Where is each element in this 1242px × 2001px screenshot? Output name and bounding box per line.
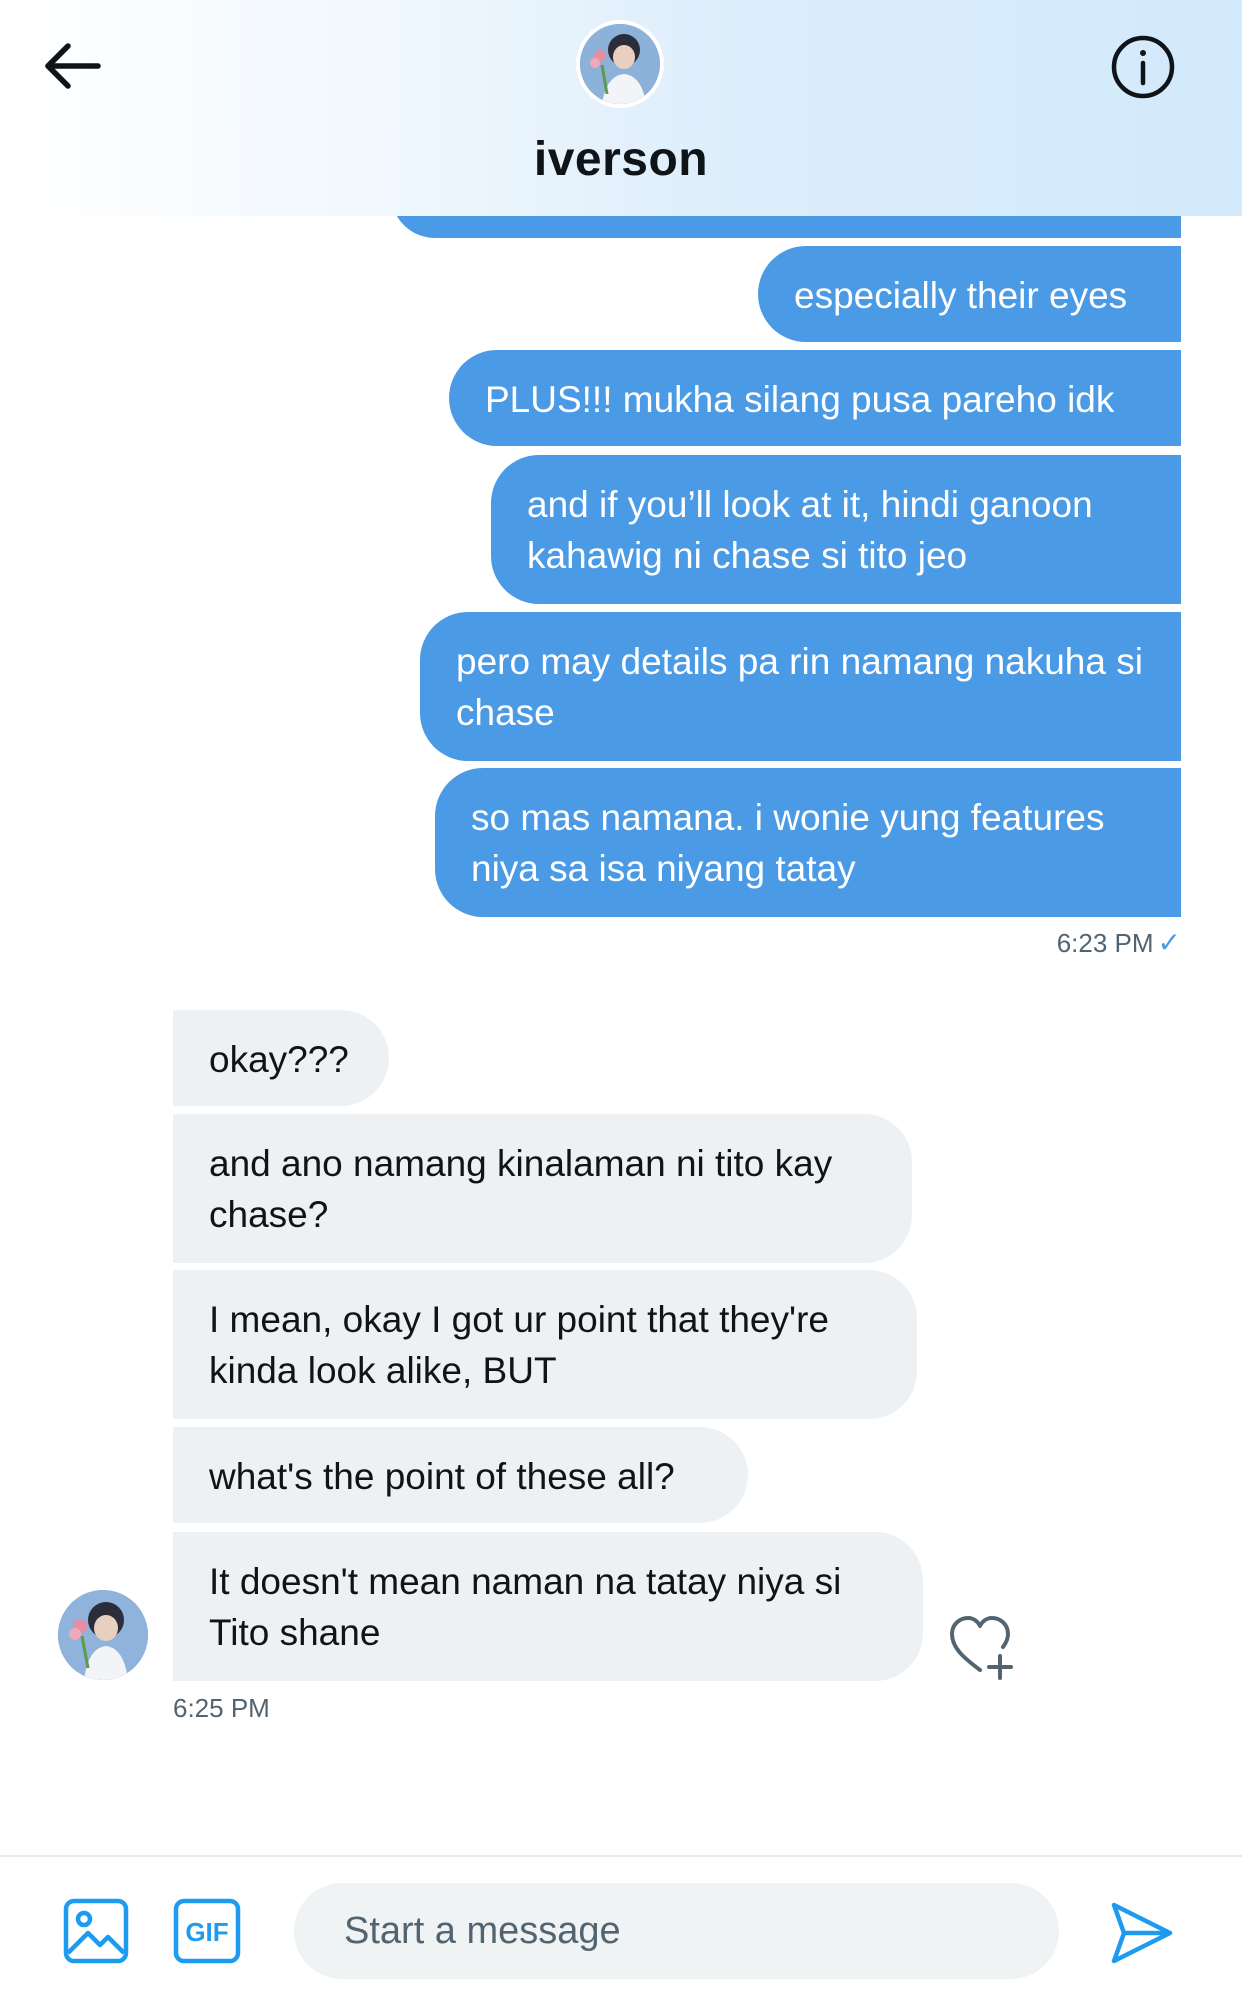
media-button[interactable] <box>62 1897 130 1965</box>
gif-label: GIF <box>185 1917 228 1947</box>
outgoing-message[interactable]: PLUS!!! mukha silang pusa pareho idk <box>449 350 1181 446</box>
outgoing-message[interactable]: pero may details pa rin namang nakuha si… <box>420 612 1181 761</box>
outgoing-message[interactable]: especially their eyes <box>758 246 1181 342</box>
sent-check-icon: ✓ <box>1157 927 1181 958</box>
incoming-message[interactable]: It doesn't mean naman na tatay niya si T… <box>173 1532 923 1681</box>
contact-name[interactable]: iverson <box>0 132 1242 187</box>
message-input[interactable] <box>294 1883 1059 1979</box>
timestamp-text: 6:23 PM <box>1056 928 1154 958</box>
send-button[interactable] <box>1108 1899 1176 1967</box>
message-thread: especially their eyes PLUS!!! mukha sila… <box>0 0 1242 1855</box>
incoming-message[interactable]: okay??? <box>173 1010 389 1106</box>
conversation-header: iverson <box>0 0 1242 216</box>
message-composer: GIF <box>0 1855 1242 2001</box>
info-circle-icon <box>1111 35 1175 99</box>
arrow-left-icon <box>45 43 101 89</box>
send-icon <box>1111 1902 1173 1964</box>
outgoing-message[interactable]: and if you’ll look at it, hindi ganoon k… <box>491 455 1181 604</box>
incoming-message[interactable]: and ano namang kinalaman ni tito kay cha… <box>173 1114 912 1263</box>
image-icon <box>63 1898 129 1964</box>
conversation-info-button[interactable] <box>1110 34 1176 100</box>
incoming-message[interactable]: what's the point of these all? <box>173 1427 748 1523</box>
timestamp-text: 6:25 PM <box>173 1693 270 1723</box>
incoming-message[interactable]: I mean, okay I got ur point that they're… <box>173 1270 917 1419</box>
gif-button[interactable]: GIF <box>172 1897 242 1965</box>
contact-avatar[interactable] <box>576 20 664 108</box>
outgoing-message[interactable]: so mas namana. i wonie yung features niy… <box>435 768 1181 917</box>
sender-avatar[interactable] <box>58 1590 148 1680</box>
back-button[interactable] <box>40 34 104 98</box>
incoming-timestamp: 6:25 PM <box>173 1693 270 1724</box>
outgoing-timestamp: 6:23 PM ✓ <box>1057 926 1181 959</box>
add-reaction-heart-icon[interactable] <box>944 1612 1018 1682</box>
